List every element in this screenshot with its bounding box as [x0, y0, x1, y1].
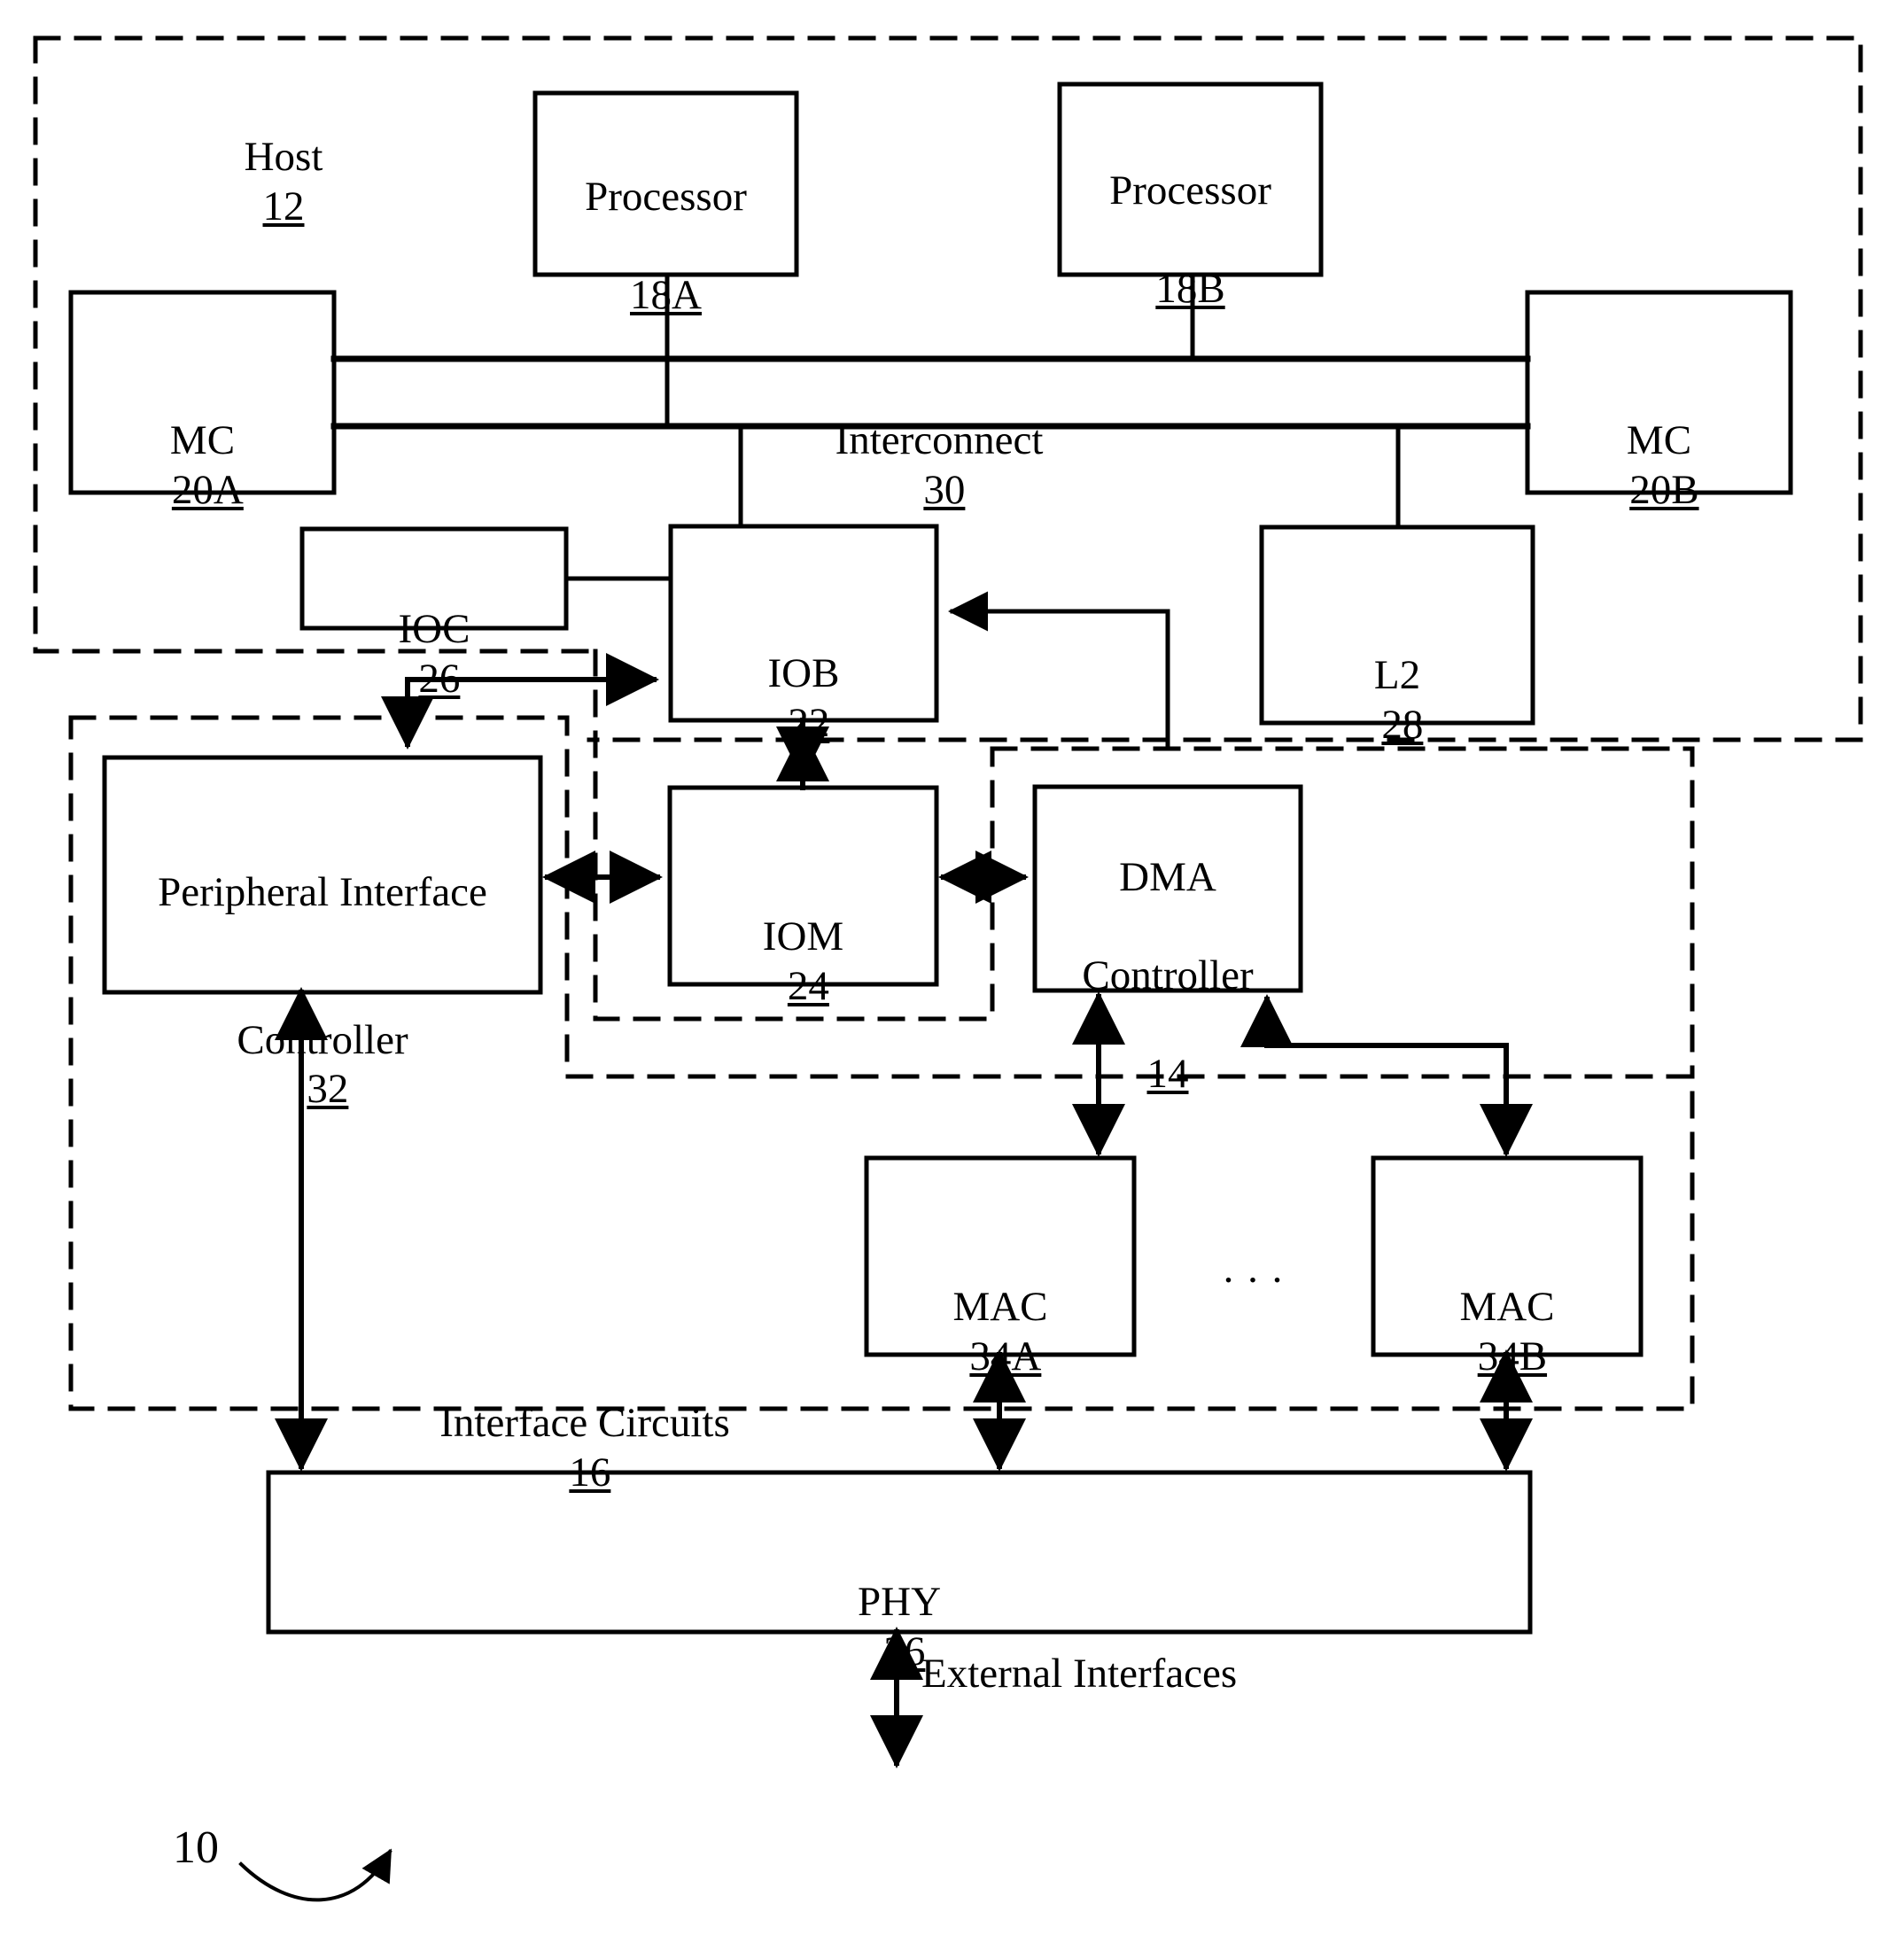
iom-dashed-region [593, 649, 995, 1022]
mc-20b-box [1525, 290, 1793, 495]
processor-18a-box [532, 90, 799, 277]
dma-14-box [1032, 784, 1303, 993]
host-dashed-region-left [33, 35, 598, 654]
patent-block-diagram: Host 12 Processor 18A Processor 18B MC 2… [0, 0, 1904, 1958]
figure-leader-curve [238, 1848, 392, 1902]
mc-20a-box [68, 290, 337, 495]
mac-34b-box [1371, 1155, 1644, 1357]
phy-36-box [266, 1470, 1533, 1635]
iom-24-box [667, 785, 939, 987]
iob-22-box [668, 524, 939, 723]
interface-circuits-dashed-region [68, 715, 1695, 1411]
arrow-dma-to-iob [948, 591, 1170, 751]
l2-28-box [1259, 524, 1535, 726]
mac-34a-box [864, 1155, 1137, 1357]
processor-18b-box [1057, 82, 1324, 277]
pic-32-box [102, 755, 543, 995]
host-dashed-region [33, 35, 1863, 742]
ioc-26-box [299, 526, 569, 631]
diagram-lines [33, 35, 1863, 1902]
